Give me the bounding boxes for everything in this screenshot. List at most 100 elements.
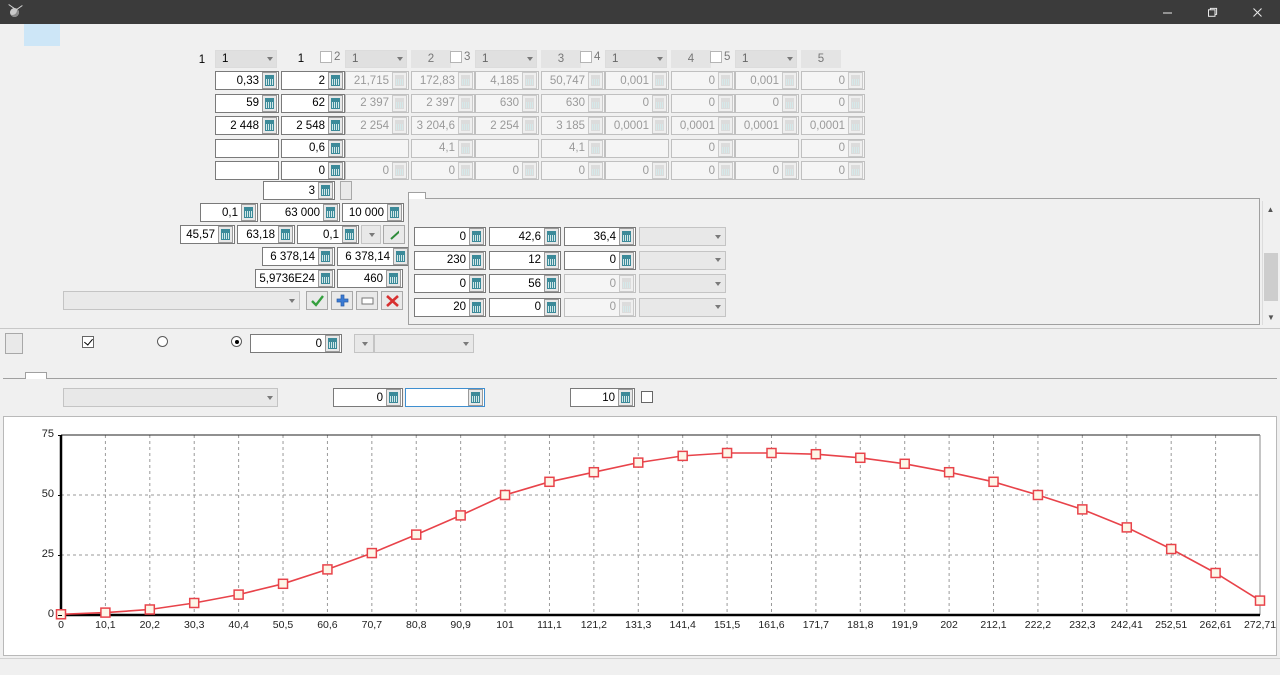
spinner-icon[interactable] [469,275,484,292]
stage-field-1-1[interactable]: 0,33 [215,71,279,90]
spinner-icon[interactable] [848,94,863,112]
stage-field-2-2[interactable]: 4,1 [411,138,475,158]
stage-field-3-1[interactable]: 4,185 [475,71,539,90]
spinner-icon[interactable] [522,117,537,134]
spinner-icon[interactable] [619,251,634,269]
stage-field-5-2[interactable]: 0 [801,161,865,180]
stage-field-2-1[interactable]: 0 [345,161,409,180]
spinner-icon[interactable] [328,117,343,134]
spinner-icon[interactable] [544,251,559,269]
spinner-icon[interactable] [522,94,537,112]
radius-equatorial-field[interactable]: 6 378,14 [262,247,335,266]
stage-field-2-2[interactable]: 3 204,6 [411,116,475,135]
tab-4[interactable] [462,192,480,198]
blank-field[interactable] [215,161,279,180]
spinner-icon[interactable] [544,228,559,245]
stage-field-3-2[interactable]: 630 [541,93,605,113]
stage-field-4-2[interactable]: 0,0001 [671,116,735,135]
stage-field-2-2[interactable]: 172,83 [411,71,475,90]
iter-c1-field[interactable]: 63 000 [260,203,340,222]
spinner-icon[interactable] [458,117,473,134]
stage-field-5-2[interactable]: 0 [801,71,865,90]
spinner-icon[interactable] [393,248,408,265]
spinner-icon[interactable] [782,162,797,179]
tab-1[interactable] [408,192,426,199]
stage-field-2-1[interactable]: 2 254 [345,116,409,135]
total-mass-field[interactable]: 3 [263,181,335,200]
control-b-3[interactable]: 56 [489,274,561,293]
spinner-icon[interactable] [318,270,333,287]
stage-field-4-1[interactable]: 0,001 [605,71,669,90]
spinner-icon[interactable] [218,226,233,243]
stage-field-3-1[interactable]: 2 254 [475,116,539,135]
stage-field-5-1[interactable]: 0,001 [735,71,799,90]
scroll-up-arrow[interactable]: ▲ [1263,201,1278,217]
spinner-icon[interactable] [848,72,863,89]
longitude-field[interactable]: 63,18 [237,225,295,244]
spinner-icon[interactable] [262,117,277,134]
extra-mass-button[interactable] [340,181,352,200]
scroll-thumb[interactable] [1264,253,1278,301]
spinner-icon[interactable] [386,270,401,287]
delete-settings-button[interactable] [381,291,403,310]
stage-field-4-2[interactable]: 0 [671,161,735,180]
axis-dropdown-4[interactable] [639,297,726,317]
spinner-icon[interactable] [544,275,559,292]
spinner-icon[interactable] [328,139,343,157]
panel-scrollbar[interactable]: ▲ ▼ [1262,201,1278,325]
spinner-icon[interactable] [848,117,863,134]
blank-field[interactable] [345,138,409,158]
spinner-icon[interactable] [386,389,401,406]
spinner-icon[interactable] [848,162,863,179]
spinner-icon[interactable] [544,298,559,316]
minimize-button[interactable] [1145,0,1190,24]
stage-blocks-dropdown-5[interactable]: 1 [735,50,797,68]
spinner-icon[interactable] [458,72,473,89]
view-tab-4[interactable] [69,372,91,378]
stage-field-4-1[interactable]: 0,0001 [605,116,669,135]
spinner-icon[interactable] [782,72,797,89]
spinner-icon[interactable] [618,389,633,406]
blank-field[interactable] [215,138,279,158]
spinner-icon[interactable] [458,139,473,157]
spinner-icon[interactable] [392,117,407,134]
rename-settings-button[interactable] [356,291,378,310]
spinner-icon[interactable] [458,162,473,179]
control-a-4[interactable]: 20 [414,297,486,317]
checkbox-icon[interactable] [450,51,462,63]
spinner-icon[interactable] [323,204,338,221]
spinner-icon[interactable] [387,204,402,221]
control-b-1[interactable]: 42,6 [489,227,561,246]
stage-enable-checkbox-4[interactable]: 4 [580,51,600,63]
stage-field-1-2[interactable]: 0 [281,161,345,180]
spinner-icon[interactable] [469,298,484,316]
spinner-icon[interactable] [588,94,603,112]
control-c-2[interactable]: 0 [564,250,636,270]
spinner-icon[interactable] [718,162,733,179]
stage-field-2-2[interactable]: 0 [411,161,475,180]
spinner-icon[interactable] [392,94,407,112]
target-dropdown[interactable] [374,334,474,353]
spinner-icon[interactable] [782,94,797,112]
spinner-icon[interactable] [469,228,484,245]
checkbox-icon[interactable] [710,51,722,63]
control-c-3[interactable]: 0 [564,274,636,293]
stage-field-3-1[interactable]: 630 [475,93,539,113]
spinner-icon[interactable] [718,94,733,112]
stage-field-2-2[interactable]: 2 397 [411,93,475,113]
control-a-3[interactable]: 0 [414,274,486,293]
spinner-icon[interactable] [652,94,667,112]
altitude-field[interactable]: 0,1 [297,225,359,244]
blank-field[interactable] [475,138,539,158]
spinner-icon[interactable] [718,117,733,134]
add-settings-button[interactable] [331,291,353,310]
stage-field-1-2[interactable]: 62 [281,93,345,113]
spinner-icon[interactable] [278,226,293,243]
control-c-1[interactable]: 36,4 [564,227,636,246]
tab-3[interactable] [444,192,462,198]
calculate-button[interactable] [5,333,23,354]
spinner-icon[interactable] [392,162,407,179]
spinner-icon[interactable] [848,139,863,157]
spinner-icon[interactable] [588,162,603,179]
spinner-icon[interactable] [588,72,603,89]
